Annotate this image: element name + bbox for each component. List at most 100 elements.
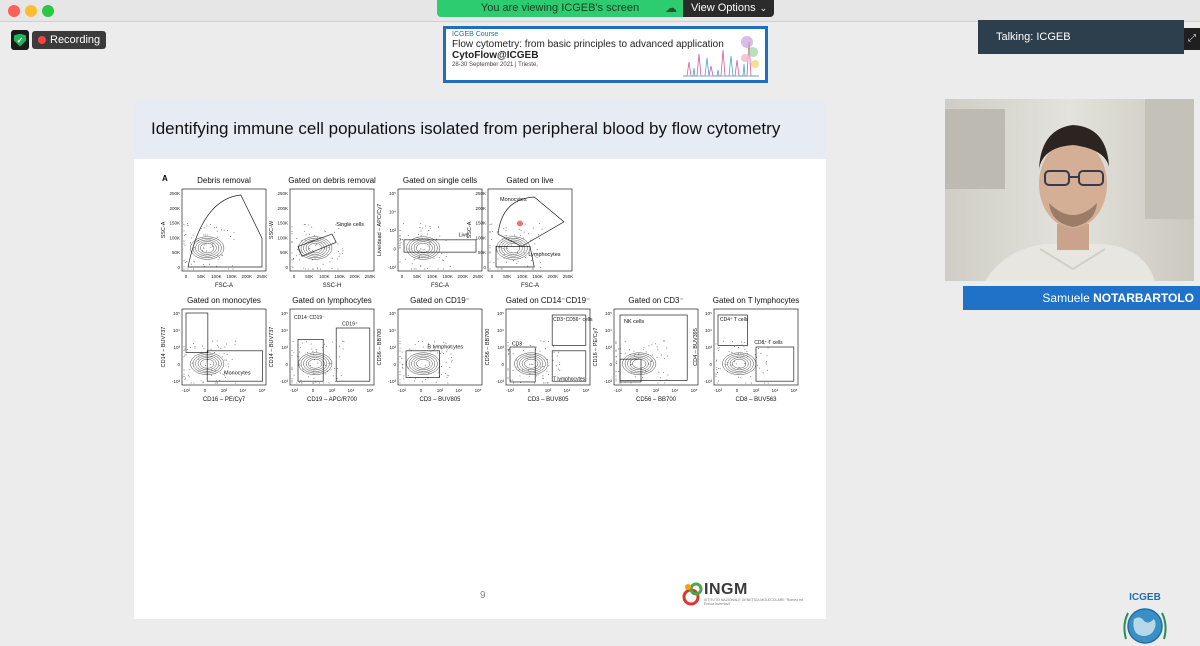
event-dot xyxy=(343,341,345,343)
event-dot xyxy=(234,344,236,346)
view-options-button[interactable]: View Options ⌄ xyxy=(683,0,774,17)
event-dot xyxy=(203,264,205,266)
event-dot xyxy=(192,268,194,270)
event-dot xyxy=(201,250,203,252)
event-dot xyxy=(422,249,424,251)
event-dot xyxy=(527,265,529,267)
x-tick-label: 200K xyxy=(458,274,469,279)
event-dot xyxy=(540,266,542,268)
security-shield-button[interactable]: ✓ xyxy=(11,30,29,50)
plot-frame xyxy=(289,188,375,272)
event-dot xyxy=(524,257,526,259)
event-dot xyxy=(190,237,192,239)
event-dot xyxy=(296,382,298,384)
gate-label: CD4⁺ T cells xyxy=(720,317,749,323)
event-dot xyxy=(505,230,507,232)
recording-indicator[interactable]: Recording xyxy=(32,31,107,49)
x-axis-label: CD16 – PE/Cy7 xyxy=(203,397,246,403)
event-dot xyxy=(291,368,293,370)
event-dot xyxy=(728,350,730,352)
x-tick-label: 10⁴ xyxy=(456,388,463,393)
x-tick-label: -10³ xyxy=(614,388,623,393)
event-dot xyxy=(221,254,223,256)
event-dot xyxy=(291,233,293,235)
event-dot xyxy=(532,227,534,229)
gate-label: CD14⁻CD19⁻ xyxy=(294,315,325,321)
event-dot xyxy=(183,375,185,377)
event-dot xyxy=(291,369,293,371)
event-dot xyxy=(510,244,512,246)
event-dot xyxy=(510,379,512,381)
event-dot xyxy=(439,235,441,237)
event-dot xyxy=(618,370,620,372)
x-axis-label: FSC-A xyxy=(521,283,539,289)
event-dot xyxy=(216,236,218,238)
event-dot xyxy=(715,343,717,345)
event-dot xyxy=(666,347,668,349)
event-dot xyxy=(663,372,665,374)
gate-label: Single cells xyxy=(336,222,364,228)
event-dot xyxy=(227,268,229,270)
y-tick-label: 0 xyxy=(285,362,288,367)
event-dot xyxy=(206,225,208,227)
event-dot xyxy=(555,365,557,367)
event-dot xyxy=(615,341,617,343)
event-dot xyxy=(183,223,185,225)
event-dot xyxy=(304,224,306,226)
gate-label: NK cells xyxy=(624,319,644,325)
x-tick-label: 50K xyxy=(503,274,511,279)
talking-label: Talking: ICGEB xyxy=(996,31,1071,43)
event-dot xyxy=(536,346,538,348)
event-dot xyxy=(399,235,401,237)
event-dot xyxy=(505,227,507,229)
event-dot xyxy=(522,369,524,371)
event-dot xyxy=(532,363,534,365)
event-dot xyxy=(225,343,227,345)
event-dot xyxy=(215,226,217,228)
event-dot xyxy=(338,256,340,258)
event-dot xyxy=(438,227,440,229)
event-dot xyxy=(211,246,213,248)
plot-title: Gated on debris removal xyxy=(288,176,376,185)
event-dot xyxy=(667,355,669,357)
slide-title: Identifying immune cell populations isol… xyxy=(151,119,781,138)
x-tick-label: 0 xyxy=(420,388,423,393)
event-dot xyxy=(319,268,321,270)
speaker-video[interactable] xyxy=(945,99,1194,281)
event-dot xyxy=(718,380,720,382)
event-dot xyxy=(187,224,189,226)
x-axis-label: CD19 – APC/R700 xyxy=(307,397,358,403)
window-close-button[interactable] xyxy=(8,5,20,17)
event-dot xyxy=(733,360,735,362)
event-dot xyxy=(744,349,746,351)
y-tick-label: 10³ xyxy=(389,345,396,350)
expand-icon[interactable]: ⤢ xyxy=(1184,28,1200,50)
x-tick-label: -10³ xyxy=(506,388,515,393)
flow-cytometry-figure: A Debris removal250K200K150K100K50K00 50K… xyxy=(161,174,799,403)
event-dot xyxy=(305,268,307,270)
event-dot xyxy=(399,379,401,381)
event-dot xyxy=(426,233,428,235)
event-dot xyxy=(315,350,317,352)
event-dot xyxy=(490,238,492,240)
gate-label: CD8⁺ T cells xyxy=(754,340,783,346)
x-tick-label: 10⁴ xyxy=(672,388,679,393)
event-dot xyxy=(291,380,293,382)
y-tick-label: 0 xyxy=(709,362,712,367)
event-dot xyxy=(548,373,550,375)
window-minimize-button[interactable] xyxy=(25,5,37,17)
event-dot xyxy=(183,373,185,375)
event-dot xyxy=(300,379,302,381)
event-dot xyxy=(716,360,718,362)
window-maximize-button[interactable] xyxy=(42,5,54,17)
event-dot xyxy=(422,227,424,229)
y-tick-label: 10⁵ xyxy=(497,311,504,316)
event-dot xyxy=(441,351,443,353)
event-dot xyxy=(312,250,314,252)
event-dot xyxy=(615,343,617,345)
event-dot xyxy=(183,240,185,242)
event-dot xyxy=(338,228,340,230)
event-dot xyxy=(216,340,218,342)
event-dot xyxy=(424,365,426,367)
event-dot xyxy=(507,354,509,356)
